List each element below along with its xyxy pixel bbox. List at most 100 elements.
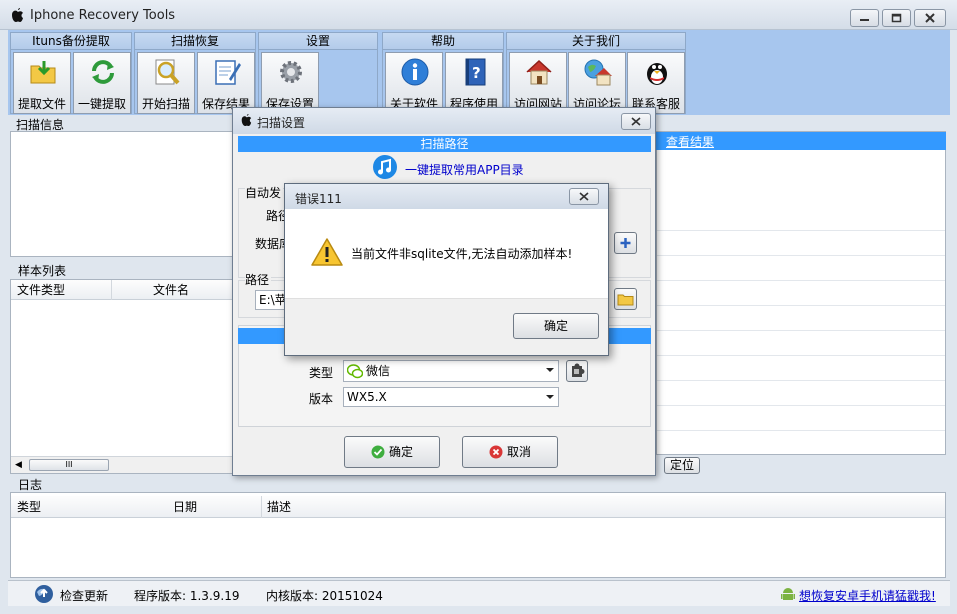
sample-list-label: 样本列表 bbox=[18, 264, 67, 278]
android-icon bbox=[781, 588, 795, 600]
manual-path-value: E:\苹 bbox=[259, 293, 287, 307]
plus-icon bbox=[620, 238, 631, 248]
android-recovery-link[interactable]: 想恢复安卓手机请猛戳我! bbox=[799, 587, 936, 604]
check-circle-icon bbox=[371, 445, 385, 459]
browse-folder-button[interactable] bbox=[614, 288, 637, 310]
update-globe-icon[interactable] bbox=[33, 584, 55, 604]
ribbon-toolbar: Ituns备份提取 提取文件 一键提取 扫描恢复 开始扫描 保存结果 设置 保存… bbox=[8, 30, 950, 115]
program-version: 程序版本: 1.3.9.19 bbox=[134, 589, 240, 603]
column-header-type[interactable]: 类型 bbox=[17, 496, 41, 518]
chevron-down-icon[interactable] bbox=[546, 368, 554, 372]
info-icon bbox=[401, 58, 429, 86]
scan-settings-ok-button[interactable]: 确定 bbox=[344, 436, 440, 468]
save-settings-button[interactable]: 保存设置 bbox=[261, 52, 319, 114]
ribbon-group-help: 帮助 关于软件 ? 程序使用 bbox=[382, 32, 504, 114]
ribbon-group-about-us: 关于我们 访问网站 访问论坛 联系客服 bbox=[506, 32, 686, 114]
visit-website-button[interactable]: 访问网站 bbox=[509, 52, 567, 114]
folder-icon bbox=[617, 294, 634, 306]
wechat-icon bbox=[347, 364, 363, 379]
button-label: 提取文件 bbox=[17, 97, 66, 111]
view-results-bar: 查看结果 bbox=[656, 132, 946, 150]
view-results-link[interactable]: 查看结果 bbox=[666, 133, 714, 150]
svg-text:?: ? bbox=[472, 64, 481, 82]
cancel-label: 取消 bbox=[506, 445, 531, 459]
close-icon bbox=[631, 117, 641, 126]
cancel-circle-icon bbox=[489, 445, 503, 459]
error-dialog-close-button[interactable] bbox=[569, 188, 599, 205]
type-select[interactable]: 微信 bbox=[343, 360, 559, 382]
chevron-down-icon[interactable] bbox=[546, 395, 554, 399]
minimize-icon bbox=[860, 19, 869, 21]
column-header-date[interactable]: 日期 bbox=[173, 496, 197, 518]
visit-forum-button[interactable]: 访问论坛 bbox=[568, 52, 626, 114]
contact-support-button[interactable]: 联系客服 bbox=[627, 52, 685, 114]
notepad-icon bbox=[215, 60, 241, 85]
scan-settings-title: 扫描设置 bbox=[257, 116, 306, 130]
sample-list-header: 文件类型 文件名 bbox=[11, 280, 235, 300]
scroll-thumb-grip: III bbox=[65, 460, 73, 469]
apple-icon bbox=[241, 114, 252, 126]
ribbon-group-scan: 扫描恢复 开始扫描 保存结果 bbox=[134, 32, 256, 114]
error-dialog: 错误111 当前文件非sqlite文件,无法自动添加样本! 确定 bbox=[284, 183, 609, 356]
close-icon bbox=[579, 192, 589, 201]
apple-icon bbox=[12, 8, 23, 22]
version-value: WX5.X bbox=[347, 390, 387, 404]
column-header-description[interactable]: 描述 bbox=[267, 496, 291, 518]
ribbon-group-title: 帮助 bbox=[383, 33, 503, 50]
type-settings-button[interactable] bbox=[566, 360, 588, 382]
horizontal-scrollbar[interactable]: ◀ III bbox=[11, 456, 235, 473]
manual-path-input[interactable]: E:\苹 bbox=[255, 290, 287, 310]
refresh-icon bbox=[92, 60, 114, 84]
one-click-extract-button[interactable]: 一键提取 bbox=[73, 52, 131, 114]
maximize-button[interactable] bbox=[882, 9, 911, 27]
check-update-link[interactable]: 检查更新 bbox=[60, 587, 108, 604]
status-bar: 检查更新 程序版本: 1.3.9.19 内核版本: 20151024 想恢复安卓… bbox=[8, 580, 950, 606]
scan-settings-title-bar: 扫描设置 bbox=[233, 108, 655, 134]
manual-path-label: 路径 bbox=[245, 271, 272, 288]
error-ok-button[interactable]: 确定 bbox=[513, 313, 599, 339]
add-database-button[interactable] bbox=[614, 232, 637, 254]
save-results-button[interactable]: 保存结果 bbox=[197, 52, 255, 114]
help-book-icon: ? bbox=[465, 58, 486, 86]
one-click-app-dir-link[interactable]: 一键提取常用APP目录 bbox=[405, 161, 524, 178]
error-dialog-title-bar: 错误111 bbox=[285, 184, 608, 209]
error-dialog-title: 错误111 bbox=[295, 192, 342, 206]
scroll-left-icon[interactable]: ◀ bbox=[15, 460, 22, 470]
type-label: 类型 bbox=[309, 366, 334, 380]
start-scan-button[interactable]: 开始扫描 bbox=[137, 52, 195, 114]
gear-icon bbox=[280, 61, 302, 83]
ribbon-group-itunes: Ituns备份提取 提取文件 一键提取 bbox=[10, 32, 132, 114]
globe-house-icon bbox=[584, 59, 612, 86]
type-value: 微信 bbox=[366, 364, 391, 378]
scroll-thumb[interactable]: III bbox=[29, 459, 109, 471]
scan-settings-cancel-button[interactable]: 取消 bbox=[462, 436, 558, 468]
column-header-file-name[interactable]: 文件名 bbox=[153, 280, 189, 300]
scan-settings-close-button[interactable] bbox=[621, 113, 651, 130]
minimize-button[interactable] bbox=[850, 9, 879, 27]
sample-list-table: 文件类型 文件名 ◀ III bbox=[10, 279, 236, 474]
maximize-icon bbox=[891, 13, 902, 23]
ok-label: 确定 bbox=[388, 445, 413, 459]
button-label: 开始扫描 bbox=[141, 97, 190, 111]
program-usage-button[interactable]: ? 程序使用 bbox=[445, 52, 503, 114]
ribbon-group-title: 关于我们 bbox=[507, 33, 685, 50]
auto-discover-label: 自动发 bbox=[245, 184, 284, 201]
about-software-button[interactable]: 关于软件 bbox=[385, 52, 443, 114]
log-table-header: 类型 日期 描述 bbox=[11, 496, 945, 518]
close-button[interactable] bbox=[914, 9, 946, 27]
version-select[interactable]: WX5.X bbox=[343, 387, 559, 407]
title-bar: Iphone Recovery Tools bbox=[0, 0, 957, 30]
ribbon-group-title: Ituns备份提取 bbox=[11, 33, 131, 50]
scan-path-header: 扫描路径 bbox=[238, 136, 651, 152]
penguin-icon bbox=[647, 63, 667, 85]
extract-file-button[interactable]: 提取文件 bbox=[13, 52, 71, 114]
column-header-file-type[interactable]: 文件类型 bbox=[17, 280, 65, 300]
ribbon-group-title: 设置 bbox=[259, 33, 377, 50]
music-app-icon[interactable] bbox=[372, 154, 398, 180]
log-table: 类型 日期 描述 bbox=[10, 492, 946, 578]
button-label: 一键提取 bbox=[77, 97, 126, 111]
locate-button[interactable]: 定位 bbox=[664, 457, 700, 474]
warning-icon bbox=[311, 238, 343, 266]
house-icon bbox=[526, 59, 552, 85]
folder-arrow-icon bbox=[30, 61, 56, 84]
